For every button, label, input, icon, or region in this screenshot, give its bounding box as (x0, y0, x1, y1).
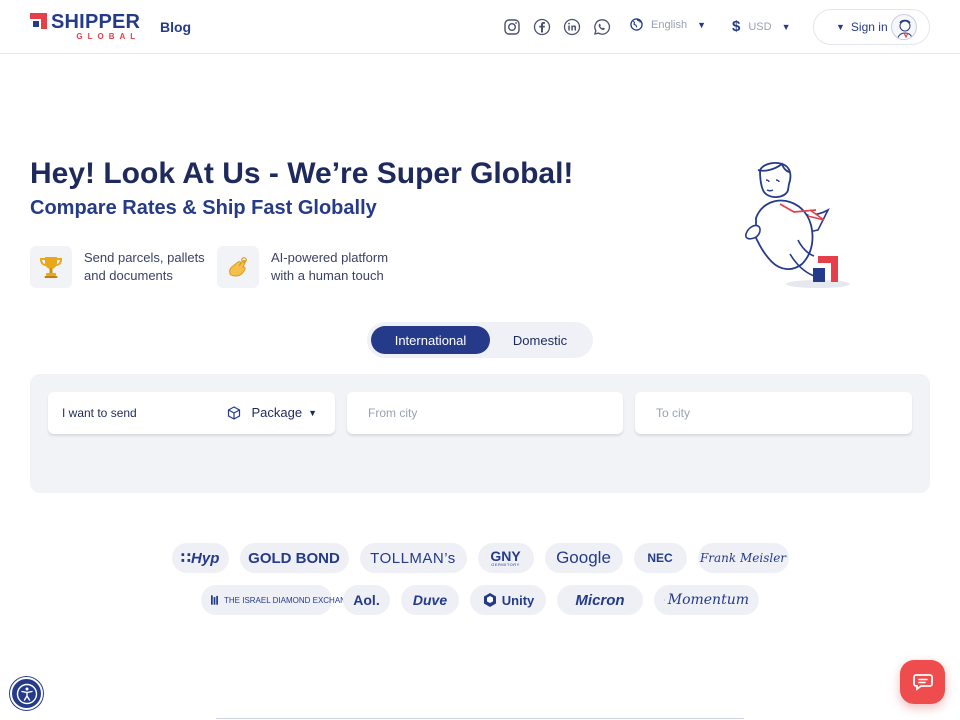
feature-ai: AI-powered platform with a human touch (217, 246, 411, 288)
currency-selector[interactable]: $ USD ▼ (732, 18, 791, 35)
client-logo-unity: Unity (470, 585, 546, 615)
tab-domestic[interactable]: Domestic (491, 326, 589, 354)
feature-text: AI-powered platform with a human touch (271, 250, 389, 283)
logo-main-text: SHIPPER (51, 11, 141, 33)
client-logo-gold-bond: GOLD BOND (239, 543, 349, 573)
chat-bubble-icon (912, 674, 933, 691)
top-navbar: SHIPPER GLOBAL Blog English ▼ $ USD ▼ ▼ … (0, 0, 960, 54)
package-type-dropdown[interactable]: Package ▼ (227, 405, 317, 420)
client-logo-frank-meisler: Frank Meisler (697, 543, 789, 573)
client-logo-hyp: ∷Hyp (171, 543, 229, 573)
superhero-mascot-illustration (745, 162, 850, 288)
to-city-field[interactable] (635, 392, 912, 434)
sign-in-label: Sign in (850, 20, 888, 34)
chevron-down-icon: ▼ (308, 407, 317, 418)
avatar (891, 14, 917, 40)
diamond-exchange-text: THE ISRAEL DIAMOND EXCHANGE LTD. (224, 595, 377, 605)
momentum-logo-text: Momentum (667, 592, 749, 608)
client-logo-israel-diamond-exchange: THE ISRAEL DIAMOND EXCHANGE LTD. (201, 585, 377, 615)
client-logo-gny: GNY GERMITORY (477, 543, 534, 573)
hero-subtitle: Compare Rates & Ship Fast Globally (30, 197, 377, 219)
client-logo-tollmans: TOLLMAN’s (359, 543, 467, 573)
package-box-icon (228, 405, 241, 420)
gny-logo-text: GNY (490, 548, 521, 564)
accessibility-icon (16, 683, 37, 704)
to-city-input[interactable] (656, 406, 912, 420)
quote-form-panel: I want to send Package ▼ (30, 374, 930, 493)
section-divider (216, 718, 744, 719)
facebook-icon[interactable] (533, 18, 551, 36)
gny-logo-subtext: GERMITORY (491, 562, 520, 567)
unity-cube-icon (483, 593, 496, 607)
accessibility-button[interactable] (10, 677, 43, 710)
shipping-type-tabs: International Domestic (367, 322, 593, 358)
globe-icon (630, 18, 643, 31)
send-type-label: I want to send (62, 406, 137, 420)
diamond-exchange-building-icon (211, 595, 218, 605)
tab-international[interactable]: International (371, 326, 490, 354)
logo-sub-text: GLOBAL (76, 32, 141, 41)
client-logo-duve: Duve (401, 585, 459, 615)
instagram-icon[interactable] (503, 18, 521, 36)
client-logo-aol: Aol. (343, 585, 390, 615)
language-selector[interactable]: English ▼ (630, 18, 706, 31)
client-logo-micron: Micron (557, 585, 643, 615)
feature-text: Send parcels, pallets and documents (84, 250, 205, 283)
client-logo-google: Google (544, 543, 623, 573)
sign-in-button[interactable]: ▼ Sign in (813, 9, 930, 45)
dollar-icon: $ (732, 18, 741, 35)
hand-icon (217, 246, 259, 288)
language-value: English (651, 18, 688, 31)
client-logo-momentum: Momentum (654, 585, 759, 615)
feature-parcels: Send parcels, pallets and documents (30, 246, 224, 288)
currency-value: USD (748, 20, 772, 33)
chevron-down-icon: ▼ (697, 19, 706, 30)
hero-title: Hey! Look At Us - We’re Super Global! (30, 157, 574, 190)
from-city-input[interactable] (368, 406, 623, 420)
from-city-field[interactable] (347, 392, 623, 434)
chevron-down-icon: ▼ (781, 21, 791, 32)
chevron-down-icon: ▼ (836, 22, 845, 32)
linkedin-icon[interactable] (563, 18, 581, 36)
logo-mark-icon (30, 13, 47, 29)
blog-link[interactable]: Blog (160, 19, 191, 35)
send-type-field[interactable]: I want to send Package ▼ (48, 392, 335, 434)
shipper-global-logo[interactable]: SHIPPER GLOBAL (30, 11, 141, 41)
whatsapp-icon[interactable] (593, 18, 611, 36)
client-logo-nec: NEC (633, 543, 687, 573)
package-type-value: Package (251, 405, 303, 420)
unity-logo-text: Unity (501, 592, 535, 608)
momentum-mark-icon (664, 599, 665, 601)
chat-button[interactable] (900, 660, 945, 704)
trophy-icon (30, 246, 72, 288)
